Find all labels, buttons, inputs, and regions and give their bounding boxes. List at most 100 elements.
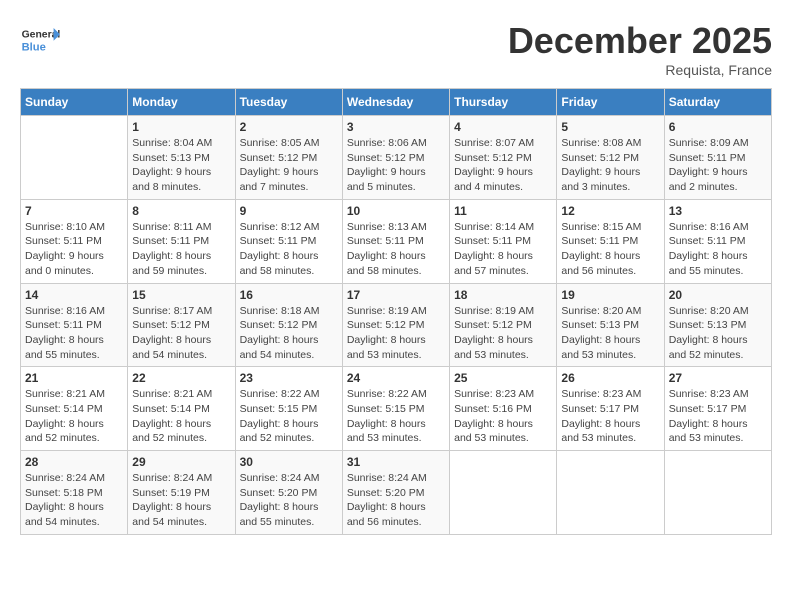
day-info: Sunrise: 8:13 AM Sunset: 5:11 PM Dayligh… [347,220,445,279]
weekday-header-monday: Monday [128,89,235,116]
month-title: December 2025 [508,20,772,62]
calendar-cell [557,451,664,535]
day-info: Sunrise: 8:15 AM Sunset: 5:11 PM Dayligh… [561,220,659,279]
calendar-cell: 14Sunrise: 8:16 AM Sunset: 5:11 PM Dayli… [21,283,128,367]
day-info: Sunrise: 8:21 AM Sunset: 5:14 PM Dayligh… [25,387,123,446]
calendar-cell: 2 Sunrise: 8:05 AM Sunset: 5:12 PM Daylig… [235,116,342,200]
day-number: 15 [132,288,230,302]
day-number: 17 [347,288,445,302]
day-number: 21 [25,371,123,385]
day-number: 27 [669,371,767,385]
calendar-cell: 27 Sunrise: 8:23 AM Sunset: 5:17 PM Dayli… [664,367,771,451]
day-info: Sunrise: 8:20 AM Sunset: 5:13 PM Dayligh… [561,304,659,363]
day-info: Sunrise: 8:23 AM Sunset: 5:17 PM Dayligh… [561,387,659,446]
day-number: 12 [561,204,659,218]
day-info: Sunrise: 8:21 AM Sunset: 5:14 PM Dayligh… [132,387,230,446]
day-info: Sunrise: 8:07 AM Sunset: 5:12 PM Dayligh… [454,136,552,195]
svg-text:Blue: Blue [22,41,46,53]
day-number: 18 [454,288,552,302]
weekday-header-wednesday: Wednesday [342,89,449,116]
weekday-header-sunday: Sunday [21,89,128,116]
day-info: Sunrise: 8:22 AM Sunset: 5:15 PM Dayligh… [240,387,338,446]
calendar-cell: 16Sunrise: 8:18 AM Sunset: 5:12 PM Dayli… [235,283,342,367]
day-info: Sunrise: 8:11 AM Sunset: 5:11 PM Dayligh… [132,220,230,279]
day-info: Sunrise: 8:05 AM Sunset: 5:12 PM Dayligh… [240,136,338,195]
day-number: 22 [132,371,230,385]
day-number: 26 [561,371,659,385]
calendar-week-1: 1 Sunrise: 8:04 AM Sunset: 5:13 PM Daylig… [21,116,772,200]
day-number: 24 [347,371,445,385]
day-number: 25 [454,371,552,385]
weekday-header-tuesday: Tuesday [235,89,342,116]
calendar-cell: 15Sunrise: 8:17 AM Sunset: 5:12 PM Dayli… [128,283,235,367]
day-number: 4 [454,120,552,134]
calendar-cell: 18 Sunrise: 8:19 AM Sunset: 5:12 PM Dayli… [450,283,557,367]
day-number: 19 [561,288,659,302]
day-number: 2 [240,120,338,134]
calendar-cell: 3 Sunrise: 8:06 AM Sunset: 5:12 PM Daylig… [342,116,449,200]
day-info: Sunrise: 8:23 AM Sunset: 5:16 PM Dayligh… [454,387,552,446]
day-info: Sunrise: 8:18 AM Sunset: 5:12 PM Dayligh… [240,304,338,363]
page-header: General Blue December 2025 Requista, Fra… [20,20,772,78]
day-number: 9 [240,204,338,218]
day-info: Sunrise: 8:24 AM Sunset: 5:19 PM Dayligh… [132,471,230,530]
calendar-cell: 17 Sunrise: 8:19 AM Sunset: 5:12 PM Dayli… [342,283,449,367]
weekday-header-thursday: Thursday [450,89,557,116]
calendar-cell: 8 Sunrise: 8:11 AM Sunset: 5:11 PM Daylig… [128,199,235,283]
calendar-week-4: 21 Sunrise: 8:21 AM Sunset: 5:14 PM Dayli… [21,367,772,451]
day-number: 28 [25,455,123,469]
calendar-cell: 7Sunrise: 8:10 AM Sunset: 5:11 PM Daylig… [21,199,128,283]
calendar-cell [664,451,771,535]
day-info: Sunrise: 8:09 AM Sunset: 5:11 PM Dayligh… [669,136,767,195]
day-number: 10 [347,204,445,218]
location: Requista, France [508,62,772,78]
day-number: 3 [347,120,445,134]
calendar-week-3: 14Sunrise: 8:16 AM Sunset: 5:11 PM Dayli… [21,283,772,367]
day-number: 31 [347,455,445,469]
day-info: Sunrise: 8:06 AM Sunset: 5:12 PM Dayligh… [347,136,445,195]
calendar-cell: 25 Sunrise: 8:23 AM Sunset: 5:16 PM Dayli… [450,367,557,451]
calendar-cell [21,116,128,200]
day-number: 20 [669,288,767,302]
day-number: 8 [132,204,230,218]
day-info: Sunrise: 8:16 AM Sunset: 5:11 PM Dayligh… [669,220,767,279]
day-number: 1 [132,120,230,134]
day-number: 23 [240,371,338,385]
calendar-cell: 19 Sunrise: 8:20 AM Sunset: 5:13 PM Dayli… [557,283,664,367]
calendar-cell: 6 Sunrise: 8:09 AM Sunset: 5:11 PM Daylig… [664,116,771,200]
calendar-cell: 31Sunrise: 8:24 AM Sunset: 5:20 PM Dayli… [342,451,449,535]
day-number: 11 [454,204,552,218]
logo: General Blue [20,20,64,60]
day-info: Sunrise: 8:23 AM Sunset: 5:17 PM Dayligh… [669,387,767,446]
day-number: 14 [25,288,123,302]
calendar-cell: 22 Sunrise: 8:21 AM Sunset: 5:14 PM Dayli… [128,367,235,451]
weekday-header-saturday: Saturday [664,89,771,116]
calendar-cell: 24 Sunrise: 8:22 AM Sunset: 5:15 PM Dayli… [342,367,449,451]
day-info: Sunrise: 8:14 AM Sunset: 5:11 PM Dayligh… [454,220,552,279]
calendar-cell: 21 Sunrise: 8:21 AM Sunset: 5:14 PM Dayli… [21,367,128,451]
calendar-cell: 20 Sunrise: 8:20 AM Sunset: 5:13 PM Dayli… [664,283,771,367]
day-number: 6 [669,120,767,134]
day-info: Sunrise: 8:08 AM Sunset: 5:12 PM Dayligh… [561,136,659,195]
calendar-cell: 11 Sunrise: 8:14 AM Sunset: 5:11 PM Dayli… [450,199,557,283]
calendar-cell: 29 Sunrise: 8:24 AM Sunset: 5:19 PM Dayli… [128,451,235,535]
calendar-week-5: 28Sunrise: 8:24 AM Sunset: 5:18 PM Dayli… [21,451,772,535]
day-info: Sunrise: 8:12 AM Sunset: 5:11 PM Dayligh… [240,220,338,279]
day-info: Sunrise: 8:19 AM Sunset: 5:12 PM Dayligh… [454,304,552,363]
day-info: Sunrise: 8:04 AM Sunset: 5:13 PM Dayligh… [132,136,230,195]
day-info: Sunrise: 8:19 AM Sunset: 5:12 PM Dayligh… [347,304,445,363]
day-info: Sunrise: 8:20 AM Sunset: 5:13 PM Dayligh… [669,304,767,363]
calendar-cell: 1 Sunrise: 8:04 AM Sunset: 5:13 PM Daylig… [128,116,235,200]
day-info: Sunrise: 8:22 AM Sunset: 5:15 PM Dayligh… [347,387,445,446]
day-number: 5 [561,120,659,134]
calendar-cell: 26 Sunrise: 8:23 AM Sunset: 5:17 PM Dayli… [557,367,664,451]
calendar-cell: 4 Sunrise: 8:07 AM Sunset: 5:12 PM Daylig… [450,116,557,200]
logo-icon: General Blue [20,20,60,60]
weekday-header-friday: Friday [557,89,664,116]
calendar-cell: 9 Sunrise: 8:12 AM Sunset: 5:11 PM Daylig… [235,199,342,283]
calendar-cell: 5 Sunrise: 8:08 AM Sunset: 5:12 PM Daylig… [557,116,664,200]
calendar-cell [450,451,557,535]
day-number: 29 [132,455,230,469]
calendar-week-2: 7Sunrise: 8:10 AM Sunset: 5:11 PM Daylig… [21,199,772,283]
calendar-cell: 30Sunrise: 8:24 AM Sunset: 5:20 PM Dayli… [235,451,342,535]
